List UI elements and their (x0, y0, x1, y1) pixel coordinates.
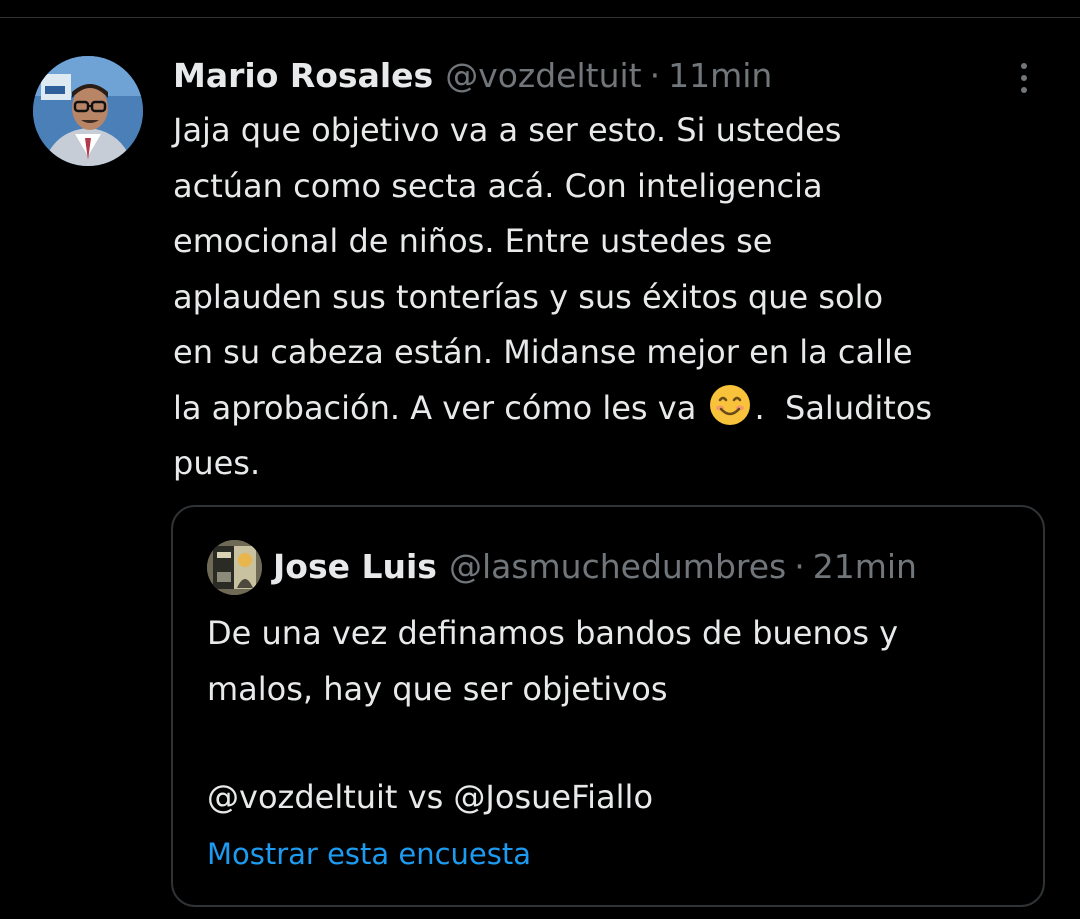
tweet-body-text: . Saluditos (754, 388, 933, 427)
quoted-author-name[interactable]: Jose Luis (273, 547, 437, 586)
tweet-body-line: pues. (173, 444, 261, 482)
more-dot (1021, 75, 1027, 81)
quoted-author-avatar-image (207, 540, 262, 595)
quoted-author-handle[interactable]: @lasmuchedumbres (449, 547, 786, 586)
tweet-body-line: actúan como secta acá. Con inteligencia (173, 166, 823, 205)
quoted-author-avatar[interactable] (207, 540, 262, 595)
quoted-tweet-card[interactable]: Jose Luis @lasmuchedumbres · 21min De un… (171, 505, 1045, 907)
tweet-body-line: aplauden sus tonterías y sus éxitos que … (173, 277, 884, 316)
quoted-tweet-line: malos, hay que ser objetivos (207, 670, 668, 708)
quoted-tweet-line: De una vez definamos bandos de buenos y (207, 614, 899, 652)
quoted-header-separator: · (794, 546, 805, 586)
tweet-body: Jaja que objetivo va a ser esto. Si uste… (173, 103, 1053, 492)
more-dot (1021, 63, 1027, 69)
tweet-body-line: Jaja que objetivo va a ser esto. Si uste… (173, 111, 842, 149)
author-name[interactable]: Mario Rosales (173, 56, 433, 95)
quoted-tweet-body: De una vez definamos bandos de buenos y … (207, 605, 1027, 717)
tweet-body-line: emocional de niños. Entre ustedes se (173, 222, 773, 260)
quoted-tweet-timestamp[interactable]: 21min (813, 547, 917, 586)
author-handle[interactable]: @vozdeltuit (445, 56, 641, 95)
author-avatar[interactable] (33, 56, 143, 166)
more-vertical-icon[interactable] (1010, 58, 1038, 98)
tweet-timestamp[interactable]: 11min (668, 56, 772, 95)
smiling-face-emoji-icon (710, 384, 751, 425)
tweet-header: Mario Rosales @vozdeltuit · 11min (173, 52, 772, 98)
quoted-tweet-mentions: @vozdeltuit vs @JosueFiallo (207, 778, 654, 816)
tweet[interactable]: Mario Rosales @vozdeltuit · 11min Jaja q… (0, 0, 1080, 907)
tweet-body-line: en su cabeza están. Midanse mejor en la … (173, 333, 913, 371)
header-separator: · (649, 55, 661, 95)
show-poll-link[interactable]: Mostrar esta encuesta (207, 833, 531, 875)
tweet-body-text: la aprobación. A ver cómo les va (173, 388, 707, 427)
more-dot (1021, 87, 1027, 93)
author-avatar-image (33, 56, 143, 166)
tweet-body-line: la aprobación. A ver cómo les va . Salud… (173, 381, 1053, 437)
quoted-tweet-header: Jose Luis @lasmuchedumbres · 21min (273, 543, 917, 589)
